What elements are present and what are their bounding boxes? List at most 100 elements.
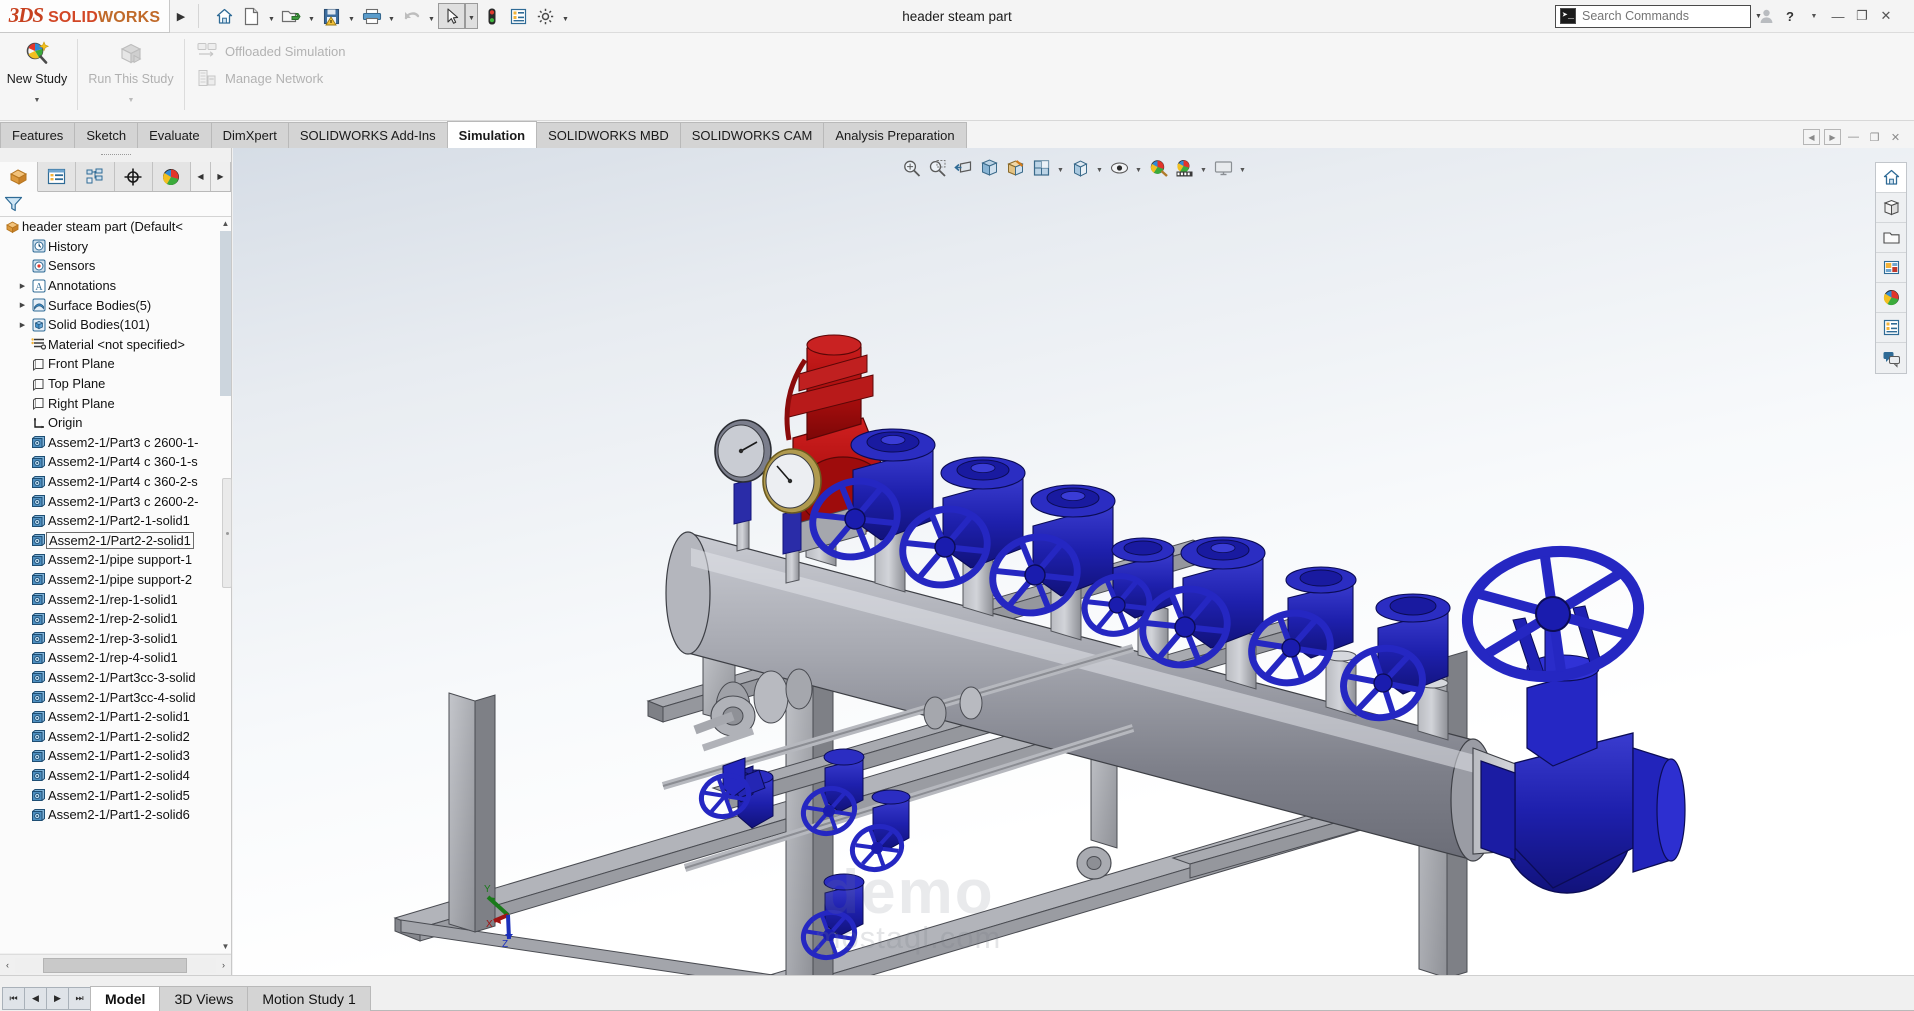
tree-item[interactable]: Assem2-1/pipe support-2 — [0, 570, 231, 590]
tree-item-selected[interactable]: Assem2-1/Part2-2-solid1 — [0, 531, 231, 551]
tree-item[interactable]: Origin — [0, 413, 231, 433]
feature-tree[interactable]: header steam part (Default< History Sensor… — [0, 217, 231, 953]
solidworks-forum-icon[interactable] — [1876, 343, 1906, 373]
tree-item[interactable]: Assem2-1/Part3cc-3-solid — [0, 668, 231, 688]
tree-item[interactable]: Front Plane — [0, 354, 231, 374]
tree-item[interactable]: Assem2-1/rep-1-solid1 — [0, 589, 231, 609]
tree-item[interactable]: ▶ A Annotations — [0, 276, 231, 296]
tree-item[interactable]: Assem2-1/rep-3-solid1 — [0, 628, 231, 648]
open-dropdown-caret[interactable]: ▼ — [305, 3, 318, 29]
help-dropdown-caret[interactable]: ▼ — [1803, 4, 1825, 28]
appearances-scenes-icon[interactable] — [1876, 283, 1906, 313]
close-button[interactable]: ✕ — [1875, 4, 1897, 28]
bottom-tab-3d-views[interactable]: 3D Views — [159, 986, 249, 1011]
print-icon[interactable] — [358, 3, 385, 29]
new-study-dropdown-caret[interactable]: ▼ — [34, 97, 41, 104]
scroll-thumb[interactable] — [220, 231, 231, 396]
tree-item[interactable]: Assem2-1/Part1-2-solid4 — [0, 766, 231, 786]
save-warning-icon[interactable] — [318, 3, 345, 29]
tree-item[interactable]: ▶ Solid Bodies(101) — [0, 315, 231, 335]
undo-dropdown-caret[interactable]: ▼ — [425, 3, 438, 29]
tree-expand-arrow[interactable]: ▶ — [16, 321, 29, 329]
file-explorer-icon[interactable] — [1876, 223, 1906, 253]
tree-item[interactable]: Assem2-1/Part3cc-4-solid — [0, 687, 231, 707]
bottom-tab-model[interactable]: Model — [90, 986, 161, 1011]
ribbon-close-button[interactable]: ✕ — [1887, 129, 1904, 145]
tab-dimxpert[interactable]: DimXpert — [210, 122, 289, 148]
search-input[interactable] — [1582, 9, 1743, 23]
configuration-manager-tab[interactable] — [76, 162, 115, 191]
save-dropdown-caret[interactable]: ▼ — [345, 3, 358, 29]
bottom-tab-motion-study-1[interactable]: Motion Study 1 — [247, 986, 371, 1011]
open-folder-icon[interactable] — [278, 3, 305, 29]
pin-right-button[interactable]: ▶ — [1824, 129, 1841, 145]
tree-expand-arrow[interactable]: ▶ — [16, 282, 29, 290]
tree-item[interactable]: Assem2-1/Part1-2-solid2 — [0, 726, 231, 746]
search-commands-box[interactable]: ➤_ ▼ — [1555, 4, 1762, 28]
new-document-icon[interactable] — [238, 3, 265, 29]
next-tab-button[interactable]: ▶ — [46, 987, 69, 1010]
tab-solidworks-cam[interactable]: SOLIDWORKS CAM — [679, 122, 825, 148]
options-gear-icon[interactable] — [532, 3, 559, 29]
file-properties-icon[interactable] — [505, 3, 532, 29]
tree-item[interactable]: Assem2-1/Part1-2-solid3 — [0, 746, 231, 766]
tree-item[interactable]: Assem2-1/rep-4-solid1 — [0, 648, 231, 668]
new-document-dropdown-caret[interactable]: ▼ — [265, 3, 278, 29]
task-pane-home-icon[interactable] — [1876, 163, 1906, 193]
restore-button[interactable]: ❐ — [1851, 4, 1873, 28]
new-study-button[interactable]: New Study ▼ — [0, 33, 74, 120]
scroll-down-arrow[interactable]: ▼ — [220, 940, 231, 953]
tree-item[interactable]: Material <not specified> — [0, 335, 231, 355]
user-account-icon[interactable] — [1755, 4, 1777, 28]
tree-item[interactable]: Assem2-1/Part4 c 360-2-s — [0, 472, 231, 492]
run-this-study-dropdown-caret[interactable]: ▼ — [128, 97, 135, 104]
tree-item[interactable]: header steam part (Default< — [0, 217, 231, 237]
manage-network-button[interactable]: Manage Network — [196, 66, 345, 90]
tree-item[interactable]: Assem2-1/Part4 c 360-1-s — [0, 452, 231, 472]
main-outlet-gate-valve[interactable] — [1459, 541, 1686, 894]
menu-expand-arrow[interactable]: ▶ — [170, 10, 192, 23]
tab-simulation[interactable]: Simulation — [446, 121, 538, 148]
tree-item[interactable]: Right Plane — [0, 393, 231, 413]
tree-horizontal-scrollbar[interactable]: ‹ › — [0, 954, 231, 975]
tree-filter-bar[interactable] — [0, 192, 231, 217]
display-manager-tab[interactable] — [152, 162, 191, 191]
first-tab-button[interactable]: ⏮ — [2, 987, 25, 1010]
solidworks-logo[interactable]: 3DS SOLIDWORKS — [0, 0, 170, 33]
tree-item[interactable]: Assem2-1/Part3 c 2600-2- — [0, 491, 231, 511]
last-tab-button[interactable]: ⏭ — [68, 987, 91, 1010]
pin-left-button[interactable]: ◀ — [1803, 129, 1820, 145]
tree-item[interactable]: Assem2-1/Part1-2-solid1 — [0, 707, 231, 727]
tab-features[interactable]: Features — [0, 122, 76, 148]
hscroll-thumb[interactable] — [43, 957, 187, 973]
tab-scroll-right[interactable]: ▶ — [210, 162, 231, 191]
tree-item[interactable]: History — [0, 237, 231, 257]
hscroll-left-arrow[interactable]: ‹ — [0, 960, 15, 970]
design-library-icon[interactable] — [1876, 193, 1906, 223]
undo-icon[interactable] — [398, 3, 425, 29]
panel-grip[interactable] — [0, 148, 231, 162]
tree-item[interactable]: Assem2-1/rep-2-solid1 — [0, 609, 231, 629]
tab-evaluate[interactable]: Evaluate — [137, 122, 212, 148]
tree-expand-arrow[interactable]: ▶ — [16, 301, 29, 309]
panel-splitter-handle[interactable] — [222, 478, 232, 588]
property-manager-tab[interactable] — [38, 162, 77, 191]
ribbon-minimize-button[interactable]: — — [1845, 129, 1862, 145]
tree-item[interactable]: Assem2-1/Part1-2-solid6 — [0, 805, 231, 825]
select-arrow-icon[interactable] — [438, 3, 465, 29]
hscroll-right-arrow[interactable]: › — [216, 960, 231, 970]
print-dropdown-caret[interactable]: ▼ — [385, 3, 398, 29]
dimxpert-manager-tab[interactable] — [114, 162, 153, 191]
tab-solidworks-addins[interactable]: SOLIDWORKS Add-Ins — [287, 122, 448, 148]
scroll-up-arrow[interactable]: ▲ — [220, 217, 231, 230]
tab-analysis-preparation[interactable]: Analysis Preparation — [823, 122, 967, 148]
rebuild-icon[interactable] — [478, 3, 505, 29]
tab-scroll-left[interactable]: ◀ — [190, 162, 211, 191]
hscroll-track[interactable] — [15, 957, 216, 973]
offloaded-simulation-button[interactable]: Offloaded Simulation — [196, 39, 345, 63]
tree-item[interactable]: Sensors — [0, 256, 231, 276]
tab-solidworks-mbd[interactable]: SOLIDWORKS MBD — [536, 122, 681, 148]
options-dropdown-caret[interactable]: ▼ — [559, 3, 572, 29]
model-3d-view[interactable] — [233, 148, 1914, 975]
run-this-study-button[interactable]: Run This Study ▼ — [81, 33, 181, 120]
